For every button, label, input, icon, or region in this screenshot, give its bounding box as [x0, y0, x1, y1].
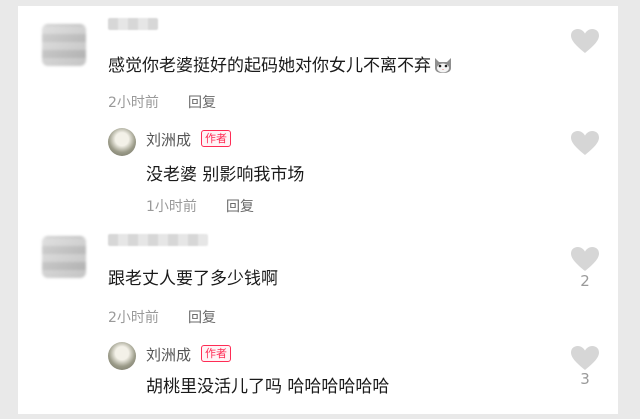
username-redacted[interactable]	[108, 234, 208, 246]
comment-panel: 感觉你老婆挺好的起码她对你女儿不离不弃 2小时前 回复 刘洲成 作者 没老婆 别…	[18, 6, 618, 414]
avatar[interactable]	[42, 24, 86, 66]
author-name[interactable]: 刘洲成	[146, 129, 191, 150]
comment-text-body: 感觉你老婆挺好的起码她对你女儿不离不弃	[108, 56, 431, 76]
reply-time: 1小时前	[146, 199, 197, 215]
like-heart-icon[interactable]	[570, 130, 600, 156]
like-heart-icon[interactable]	[570, 28, 600, 54]
reply-text: 没老婆 别影响我市场	[146, 165, 305, 185]
like-heart-icon[interactable]	[570, 345, 600, 371]
author-name[interactable]: 刘洲成	[146, 344, 191, 365]
comment-time: 2小时前	[108, 310, 159, 326]
reply-button[interactable]: 回复	[226, 196, 254, 216]
avatar[interactable]	[42, 236, 86, 278]
comment-text: 感觉你老婆挺好的起码她对你女儿不离不弃	[108, 51, 453, 79]
comment-text: 跟老丈人要了多少钱啊	[108, 269, 278, 289]
reply-text: 胡桃里没活儿了吗 哈哈哈哈哈哈	[146, 377, 390, 397]
author-badge: 作者	[201, 130, 231, 147]
comment-time: 2小时前	[108, 95, 159, 111]
username-redacted[interactable]	[108, 18, 158, 30]
like-heart-icon[interactable]	[570, 246, 600, 272]
like-count: 2	[580, 272, 590, 290]
author-badge: 作者	[201, 345, 231, 362]
cat-emoji-icon	[433, 56, 453, 79]
like-count: 3	[580, 370, 590, 388]
author-avatar[interactable]	[108, 128, 136, 156]
reply-button[interactable]: 回复	[188, 307, 216, 327]
reply-button[interactable]: 回复	[188, 92, 216, 112]
author-avatar[interactable]	[108, 342, 136, 370]
